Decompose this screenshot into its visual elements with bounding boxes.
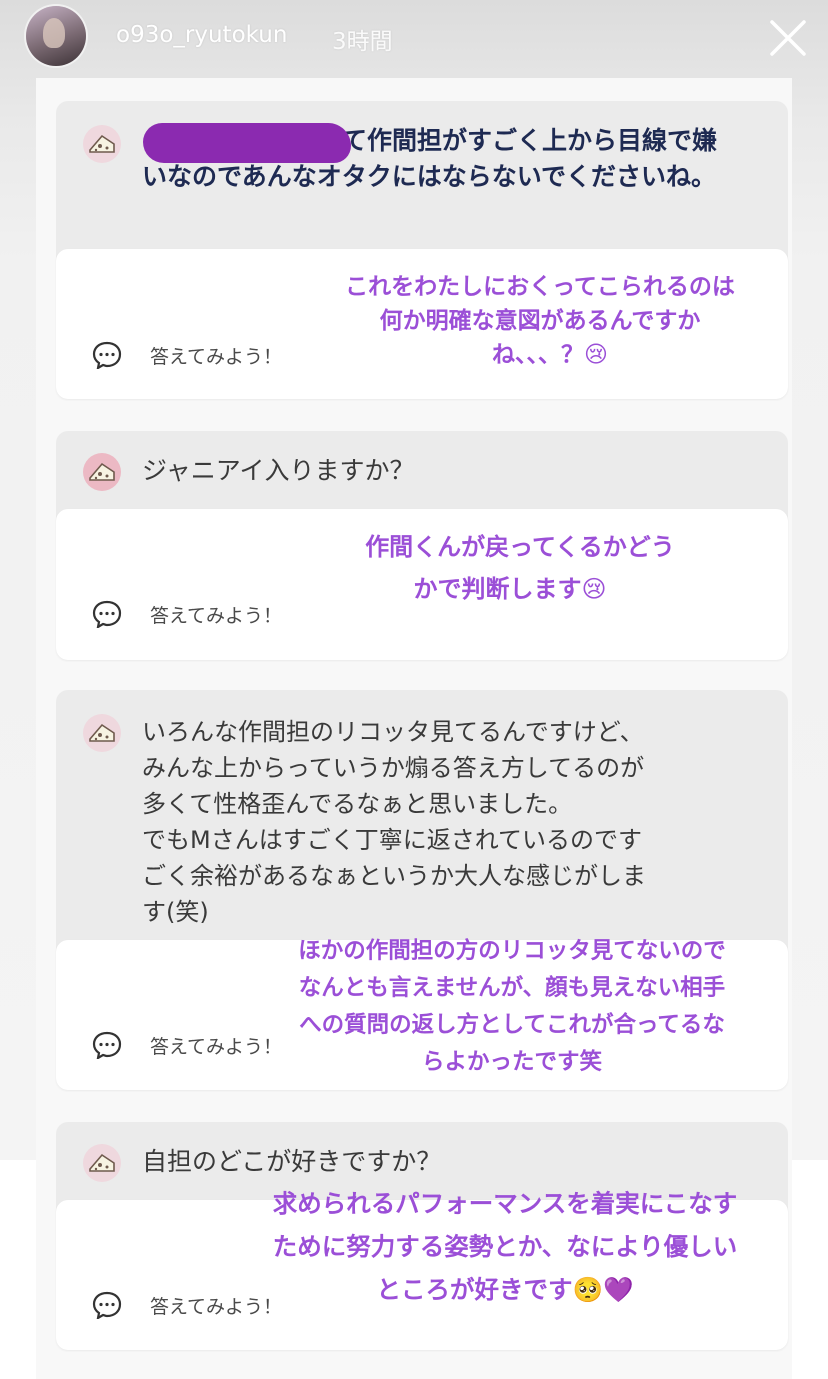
close-button[interactable] <box>768 18 808 58</box>
answer-placeholder[interactable]: 答えてみよう！ <box>150 342 282 369</box>
reply-text-3: ほかの作間担の方のリコッタ見てないので なんとも言えませんが、顔も見えない相手 … <box>298 938 726 1075</box>
post-time: 3時間 <box>332 29 393 55</box>
chat-bubble-icon <box>92 1291 122 1319</box>
chat-bubble-icon <box>92 1031 122 1059</box>
reply-text-4: 求められるパフォーマンスを着実にこなす ために努力する姿勢とか、なにより優しい … <box>272 1189 738 1304</box>
avatar[interactable] <box>26 6 86 66</box>
cheese-icon <box>83 1144 121 1182</box>
chat-bubble-icon <box>92 600 122 628</box>
reply-text-2: 作間くんが戻ってくるかどう かで判断します😢 <box>365 533 675 603</box>
question-text: ジャニアイ入りますか？ <box>142 456 415 485</box>
cheese-icon <box>83 453 121 491</box>
answer-placeholder[interactable]: 答えてみよう！ <box>150 601 282 628</box>
question-text: 自担のどこが好きですか？ <box>142 1147 442 1176</box>
question-text: いろんな作間担のリコッタ見てるんですけど、 みんな上からっていうか煽る答え方して… <box>142 718 646 926</box>
redaction-mark <box>143 123 351 163</box>
username[interactable]: o93o_ryutokun <box>116 22 287 48</box>
cheese-icon <box>83 714 121 752</box>
reply-text-1: これをわたしにおくってこられるのは 何か明確な意図があるんですか ね、、、？😢 <box>345 274 735 368</box>
close-icon <box>770 20 806 56</box>
cheese-icon <box>83 125 121 163</box>
chat-bubble-icon <box>92 341 122 369</box>
